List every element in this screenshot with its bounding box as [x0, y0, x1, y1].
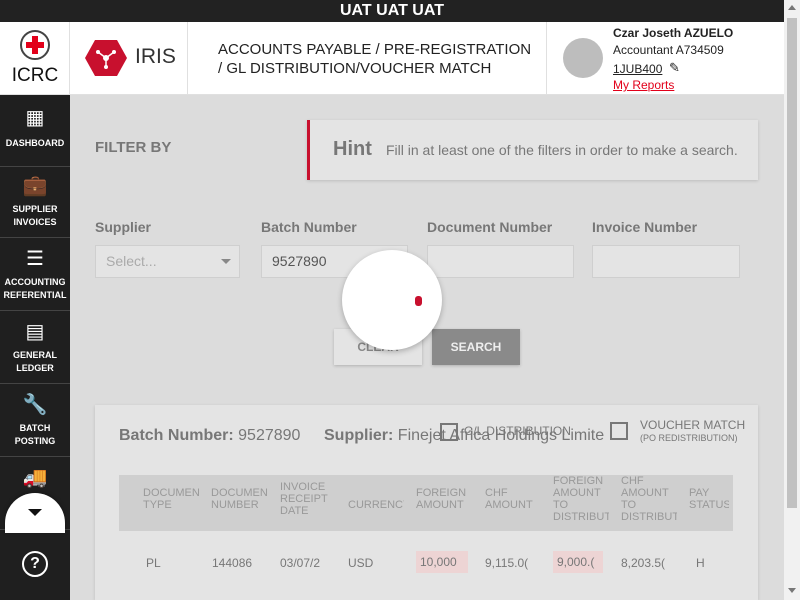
iris-logo[interactable]: IRIS [70, 22, 188, 95]
table-header: DOCUMENT TYPE DOCUMENT NUMBER INVOICE RE… [119, 475, 733, 531]
table-cell: 8,203.5( [621, 556, 666, 570]
avatar[interactable] [563, 38, 603, 78]
app-header: ICRC IRIS ACCOUNTS PAYABLE / PRE-REGISTR… [0, 22, 784, 95]
loading-spinner [342, 250, 442, 350]
filter-title: FILTER BY [95, 139, 172, 156]
sidebar-item-label: SUPPLIER INVOICES [12, 204, 58, 227]
user-panel: Czar Joseth AZUELO Accountant A734509 1J… [546, 22, 784, 95]
column-header[interactable]: DOCUMENT TYPE [143, 487, 199, 511]
table-cell: 9,115.0( [485, 556, 529, 570]
sidebar-item-general-ledger[interactable]: ▤ GENERAL LEDGER [0, 311, 70, 384]
hint-text: Fill in at least one of the filters in o… [386, 142, 738, 158]
environment-banner: UAT UAT UAT [0, 0, 784, 22]
my-reports-link[interactable]: My Reports [613, 78, 674, 92]
scrollbar-thumb[interactable] [787, 18, 797, 508]
results-card: Batch Number: 9527890 Supplier: Finejet … [95, 405, 758, 600]
copy-icon [610, 422, 628, 440]
ledger-icon: ▤ [25, 321, 45, 343]
supplier-label: Supplier [95, 219, 152, 235]
sidebar-item-label: BATCH POSTING [14, 423, 56, 446]
tab-gl-label: G/L DISTRIBUTION [464, 424, 571, 439]
table-cell: PL [146, 556, 161, 570]
user-name: Czar Joseth AZUELO [613, 26, 734, 40]
table-cell[interactable]: 144086 [212, 556, 270, 570]
tab-voucher-label: VOUCHER MATCH [640, 418, 746, 432]
invoice-number-label: Invoice Number [592, 219, 698, 235]
batch-info: Batch Number: 9527890 [119, 427, 300, 445]
table-cell: USD [348, 556, 374, 570]
briefcase-icon: 💼 [22, 175, 48, 197]
batch-info-value: 9527890 [238, 427, 301, 444]
column-header[interactable]: INVOICE RECEIPT DATE [280, 481, 336, 517]
batch-number-label: Batch Number [261, 219, 357, 235]
column-header[interactable]: DOCUMENT NUMBER [211, 487, 267, 511]
scroll-up-icon[interactable] [788, 5, 796, 10]
hint-box: Hint Fill in at least one of the filters… [307, 120, 758, 180]
wrench-icon: 🔧 [22, 394, 48, 416]
user-code-link[interactable]: 1JUB400 [613, 62, 662, 76]
column-header[interactable]: FOREIGN AMOUNT TO DISTRIBUTE [553, 475, 609, 523]
icrc-logo[interactable]: ICRC [0, 22, 70, 95]
supplier-info-label: Supplier: [324, 427, 394, 444]
chevron-down-icon [221, 259, 231, 264]
sidebar-item-accounting-referential[interactable]: ☰ ACCOUNTING REFERENTIAL [0, 238, 70, 311]
sidebar-item-label: GENERAL LEDGER [12, 350, 57, 373]
sidebar-item-dashboard[interactable]: ▦ DASHBOARD [0, 95, 70, 167]
document-icon [440, 423, 458, 441]
tab-gl-distribution[interactable]: G/L DISTRIBUTION [440, 423, 571, 441]
column-header[interactable]: CURRENCY [348, 499, 404, 511]
column-header[interactable]: FOREIGN AMOUNT [416, 487, 472, 511]
sidebar-item-label: DASHBOARD [5, 138, 65, 148]
column-header[interactable]: CHF AMOUNT [485, 487, 541, 511]
spinner-dot-icon [415, 296, 422, 306]
table-cell: H [696, 556, 705, 570]
scroll-down-icon[interactable] [788, 588, 796, 593]
hint-title: Hint [333, 138, 372, 160]
chevron-down-icon [28, 509, 42, 516]
table-cell: 03/07/2 [280, 556, 321, 570]
truck-icon: 🚚 [22, 467, 48, 489]
search-button[interactable]: SEARCH [432, 329, 520, 365]
dashboard-icon: ▦ [25, 107, 45, 129]
tab-voucher-sublabel: (PO REDISTRIBUTION) [640, 433, 738, 443]
table-cell: 9,000.( [553, 551, 603, 573]
iris-hexagon-icon [85, 40, 127, 76]
app-name: IRIS [135, 45, 176, 68]
batch-info-label: Batch Number: [119, 427, 234, 444]
sidebar-item-label: ACCOUNTING REFERENTIAL [3, 277, 67, 300]
main-content: FILTER BY Hint Fill in at least one of t… [70, 95, 784, 600]
help-icon[interactable]: ? [22, 551, 48, 577]
sidebar-item-batch-posting[interactable]: 🔧 BATCH POSTING [0, 384, 70, 457]
pencil-icon[interactable]: ✎ [669, 60, 680, 76]
document-number-label: Document Number [427, 219, 553, 235]
list-icon: ☰ [26, 248, 44, 270]
column-header[interactable]: PAY STATUS [689, 487, 729, 511]
column-header[interactable]: CHF AMOUNT TO DISTRIBUTE [621, 475, 677, 523]
org-name: ICRC [11, 65, 59, 86]
red-cross-emblem-icon [20, 30, 50, 60]
document-number-input[interactable] [427, 245, 574, 278]
page-scrollbar[interactable] [784, 0, 800, 600]
breadcrumb: ACCOUNTS PAYABLE / PRE-REGISTRATION / GL… [218, 41, 532, 77]
sidebar-item-supplier-invoices[interactable]: 💼 SUPPLIER INVOICES [0, 165, 70, 238]
supplier-select[interactable]: Select... [95, 245, 240, 278]
supplier-placeholder: Select... [106, 253, 157, 269]
table-cell: 10,000 [416, 551, 468, 573]
user-role: Accountant A734509 [613, 43, 724, 57]
invoice-number-input[interactable] [592, 245, 740, 278]
